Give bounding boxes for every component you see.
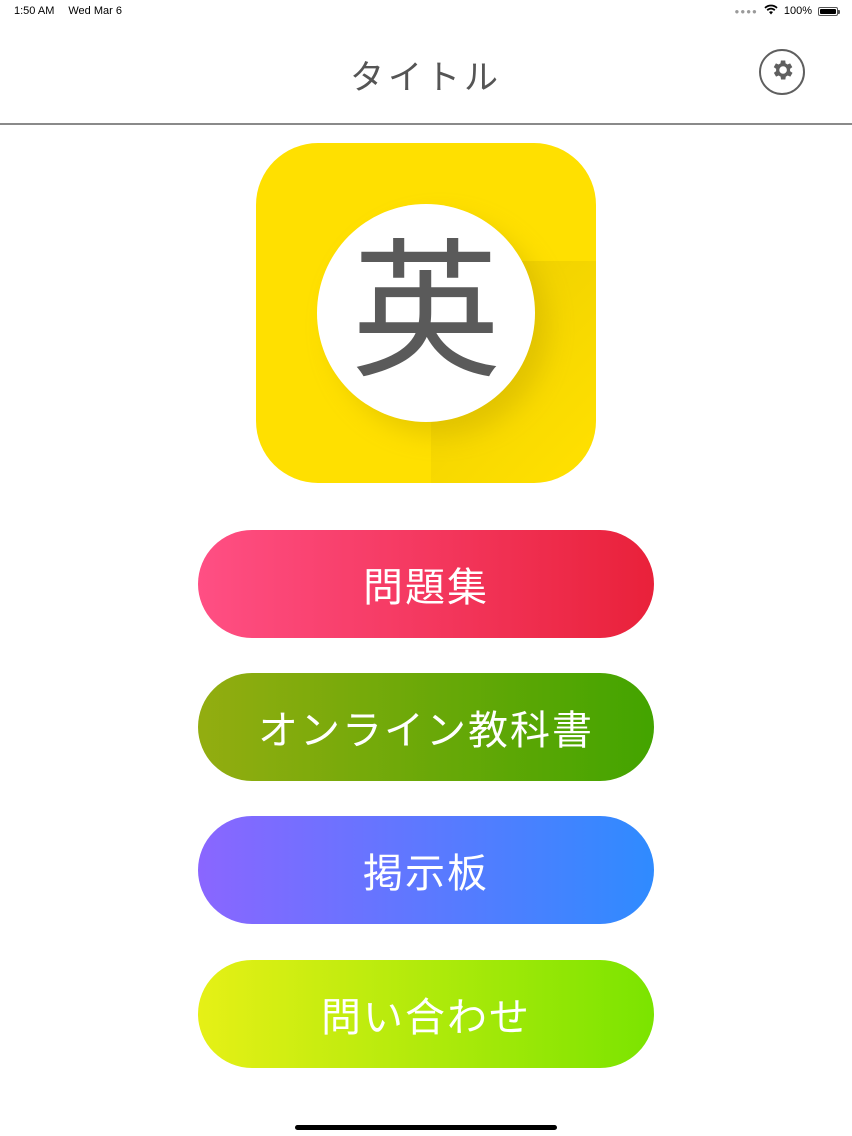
home-indicator[interactable] <box>295 1125 557 1130</box>
contact-label: 問い合わせ <box>321 995 531 1041</box>
page-title: タイトル <box>350 58 502 98</box>
bulletin-board-button[interactable]: 掲示板 <box>198 816 654 924</box>
status-left: 1:50 AM Wed Mar 6 <box>14 5 122 17</box>
gear-icon <box>769 57 795 87</box>
status-right: ●●●● 100% <box>734 4 840 18</box>
logo-circle: 英 <box>317 204 535 422</box>
navigation-bar: タイトル <box>0 22 852 125</box>
logo-character: 英 <box>350 226 501 400</box>
app-logo: 英 <box>256 143 596 483</box>
bulletin-board-label: 掲示板 <box>363 851 489 897</box>
battery-percent: 100% <box>783 5 812 17</box>
status-time: 1:50 AM <box>14 5 55 17</box>
question-collection-button[interactable]: 問題集 <box>198 530 654 638</box>
cellular-signal-icon: ●●●● <box>734 6 758 16</box>
settings-button[interactable] <box>759 49 805 95</box>
status-date: Wed Mar 6 <box>68 5 122 17</box>
battery-fill <box>820 8 836 14</box>
app-screen: 1:50 AM Wed Mar 6 ●●●● 100% タイトル 英 問題集 オ… <box>0 0 852 1136</box>
online-textbook-button[interactable]: オンライン教科書 <box>198 673 654 781</box>
status-bar: 1:50 AM Wed Mar 6 ●●●● 100% <box>0 0 852 22</box>
question-collection-label: 問題集 <box>363 565 489 611</box>
battery-icon <box>818 6 840 16</box>
contact-button[interactable]: 問い合わせ <box>198 960 654 1068</box>
wifi-icon <box>764 4 778 18</box>
online-textbook-label: オンライン教科書 <box>258 708 594 754</box>
